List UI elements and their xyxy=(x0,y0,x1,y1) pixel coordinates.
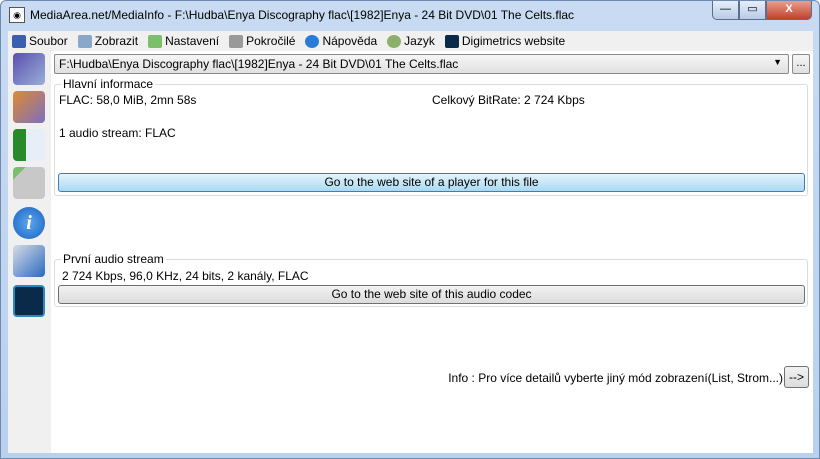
digimetrics-icon[interactable] xyxy=(13,285,45,317)
maximize-button[interactable]: ▭ xyxy=(739,1,766,20)
digimetrics-icon xyxy=(444,34,459,48)
help-icon xyxy=(305,34,320,48)
stream-summary: 1 audio stream: FLAC xyxy=(59,126,176,140)
export-icon[interactable] xyxy=(13,129,45,161)
preferences-icon[interactable] xyxy=(13,167,45,199)
menu-pokrocile[interactable]: Pokročilé xyxy=(229,34,295,48)
player-website-button[interactable]: Go to the web site of a player for this … xyxy=(58,173,805,192)
menu-napoveda[interactable]: Nápověda xyxy=(305,34,377,48)
minimize-button[interactable]: — xyxy=(712,1,739,20)
app-window: ◉ MediaArea.net/MediaInfo - F:\Hudba\Eny… xyxy=(0,0,820,459)
audio-stream-group: První audio stream 2 724 Kbps, 96,0 KHz,… xyxy=(54,252,808,307)
general-info-group: Hlavní informace FLAC: 58,0 MiB, 2mn 58s… xyxy=(54,77,808,196)
menu-digimetrics[interactable]: Digimetrics website xyxy=(444,34,565,48)
close-button[interactable]: X xyxy=(766,1,812,20)
menu-zobrazit[interactable]: Zobrazit xyxy=(77,34,138,48)
main-panel: F:\Hudba\Enya Discography flac\[1982]Eny… xyxy=(51,51,813,453)
chevron-down-icon: ▼ xyxy=(773,57,782,67)
open-folder-icon[interactable] xyxy=(13,91,45,123)
info-hint: Info : Pro více detailů vyberte jiný mód… xyxy=(448,371,783,385)
sidebar: i xyxy=(8,51,50,453)
file-icon xyxy=(12,34,26,48)
settings-icon xyxy=(148,34,163,48)
view-icon xyxy=(77,34,92,48)
format-summary: FLAC: 58,0 MiB, 2mn 58s xyxy=(59,93,197,107)
audio-details: 2 724 Kbps, 96,0 KHz, 24 bits, 2 kanály,… xyxy=(62,269,309,283)
open-file-icon[interactable] xyxy=(13,53,45,85)
title-bar: ◉ MediaArea.net/MediaInfo - F:\Hudba\Eny… xyxy=(9,6,574,24)
next-view-button[interactable]: --> xyxy=(784,366,809,388)
menu-jazyk[interactable]: Jazyk xyxy=(387,34,435,48)
window-title: MediaArea.net/MediaInfo - F:\Hudba\Enya … xyxy=(30,8,575,22)
reports-icon[interactable] xyxy=(13,245,45,277)
overall-bitrate: Celkový BitRate: 2 724 Kbps xyxy=(432,93,585,107)
group-label: První audio stream xyxy=(61,252,166,266)
menu-soubor[interactable]: Soubor xyxy=(12,34,68,48)
app-icon: ◉ xyxy=(9,7,25,23)
group-label: Hlavní informace xyxy=(61,77,156,91)
globe-icon xyxy=(387,34,402,48)
advanced-icon xyxy=(229,34,244,48)
menu-bar: Soubor Zobrazit Nastavení Pokročilé Nápo… xyxy=(8,31,813,51)
browse-button[interactable]: ... xyxy=(792,54,810,74)
file-select[interactable]: F:\Hudba\Enya Discography flac\[1982]Eny… xyxy=(54,54,789,74)
menu-nastaveni[interactable]: Nastavení xyxy=(148,34,219,48)
about-icon[interactable]: i xyxy=(13,207,45,239)
codec-website-button[interactable]: Go to the web site of this audio codec xyxy=(58,285,805,304)
